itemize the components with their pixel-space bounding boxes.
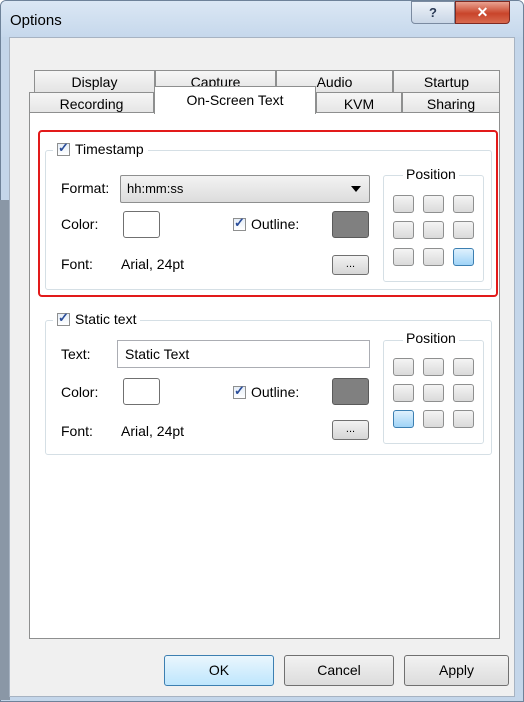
st-pos-top-left[interactable] — [393, 358, 414, 376]
ts-pos-middle-right[interactable] — [453, 221, 474, 239]
ts-pos-middle-center[interactable] — [423, 221, 444, 239]
apply-button[interactable]: Apply — [404, 655, 509, 686]
st-pos-bottom-center[interactable] — [423, 410, 444, 428]
st-pos-bottom-right[interactable] — [453, 410, 474, 428]
timestamp-outline-check-icon[interactable] — [233, 215, 246, 231]
format-label: Format: — [61, 180, 110, 196]
static-outline-color-swatch[interactable] — [332, 378, 369, 405]
timestamp-check-icon[interactable] — [57, 140, 70, 156]
timestamp-font-value: Arial, 24pt — [121, 256, 185, 272]
static-outline-label: Outline: — [251, 384, 300, 400]
tab-on-screen-text[interactable]: On-Screen Text — [154, 86, 316, 114]
static-color-swatch[interactable] — [123, 378, 160, 405]
timestamp-color-label: Color: — [61, 216, 99, 232]
timestamp-color-swatch[interactable] — [123, 211, 160, 238]
ts-pos-top-right[interactable] — [453, 195, 474, 213]
close-icon[interactable]: ✕ — [455, 1, 510, 24]
ts-pos-top-left[interactable] — [393, 195, 414, 213]
timestamp-font-label: Font: — [61, 256, 93, 272]
cancel-button[interactable]: Cancel — [284, 655, 394, 686]
st-pos-middle-left[interactable] — [393, 384, 414, 402]
timestamp-outline-label: Outline: — [251, 216, 300, 232]
format-dropdown[interactable]: hh:mm:ss — [120, 175, 370, 203]
window-title: Options — [10, 12, 62, 29]
ts-pos-middle-left[interactable] — [393, 221, 414, 239]
timestamp-font-browse-button[interactable]: ... — [332, 255, 369, 275]
static-outline-checkbox[interactable]: Outline: — [233, 383, 300, 400]
timestamp-label: Timestamp — [75, 141, 144, 157]
static-outline-check-icon[interactable] — [233, 383, 246, 399]
static-text-check-icon[interactable] — [57, 310, 70, 326]
timestamp-position-label: Position — [403, 166, 459, 182]
timestamp-outline-checkbox[interactable]: Outline: — [233, 215, 300, 232]
ts-pos-bottom-right[interactable] — [453, 248, 474, 266]
ts-pos-bottom-left[interactable] — [393, 248, 414, 266]
static-text-label: Static text — [75, 311, 137, 327]
ts-pos-bottom-center[interactable] — [423, 248, 444, 266]
tab-startup[interactable]: Startup — [393, 70, 500, 94]
st-pos-top-right[interactable] — [453, 358, 474, 376]
st-pos-middle-center[interactable] — [423, 384, 444, 402]
static-font-value: Arial, 24pt — [121, 423, 185, 439]
st-pos-top-center[interactable] — [423, 358, 444, 376]
timestamp-outline-color-swatch[interactable] — [332, 211, 369, 238]
timestamp-checkbox[interactable]: Timestamp — [53, 140, 148, 158]
format-value: hh:mm:ss — [127, 181, 184, 196]
st-pos-bottom-left[interactable] — [393, 410, 414, 428]
static-text-checkbox[interactable]: Static text — [53, 310, 141, 328]
chevron-down-icon — [351, 186, 361, 192]
st-pos-middle-right[interactable] — [453, 384, 474, 402]
tab-display[interactable]: Display — [34, 70, 155, 94]
static-font-browse-button[interactable]: ... — [332, 420, 369, 440]
text-label: Text: — [61, 346, 91, 362]
help-icon[interactable]: ? — [411, 1, 455, 24]
ok-button[interactable]: OK — [164, 655, 274, 686]
static-font-label: Font: — [61, 423, 93, 439]
static-color-label: Color: — [61, 384, 99, 400]
ts-pos-top-center[interactable] — [423, 195, 444, 213]
static-text-input[interactable]: Static Text — [117, 340, 370, 368]
static-position-label: Position — [403, 330, 459, 346]
